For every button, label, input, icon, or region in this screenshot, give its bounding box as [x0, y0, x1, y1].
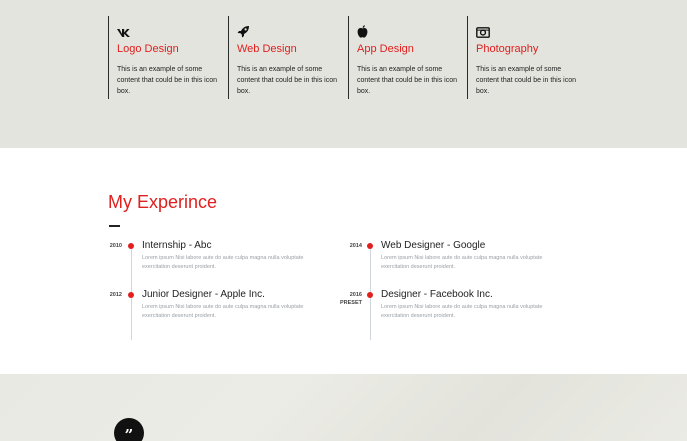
service-title: Logo Design [117, 43, 179, 55]
service-text: This is an example of some content that … [476, 66, 577, 95]
experience-section: My Experince 2010 Internship - Abc Lorem… [0, 148, 687, 374]
service-title: Photography [476, 43, 539, 55]
section-title: My Experince [108, 192, 218, 212]
quote-icon: ” [114, 418, 144, 441]
timeline-year: 2010 [109, 243, 122, 249]
vk-icon [117, 25, 226, 39]
timeline-dot [367, 243, 373, 249]
timeline-role: Internship - Abc [142, 240, 212, 251]
timeline-dot [128, 292, 134, 298]
timeline-description: Lorem ipsum Nisi labore aute do aute cul… [381, 255, 543, 270]
services-section: Logo Design This is an example of some c… [0, 0, 687, 148]
timeline-role: Designer - Facebook Inc. [381, 289, 493, 300]
timeline-dot [367, 292, 373, 298]
timeline-description: Lorem ipsum Nisi labore aute do aute cul… [142, 255, 304, 270]
timeline-dot [128, 243, 134, 249]
service-box-web-design: Web Design This is an example of some co… [228, 16, 346, 99]
service-text: This is an example of some content that … [117, 66, 218, 95]
timeline-year: 2014 [349, 243, 362, 249]
timeline-description: Lorem ipsum Nisi labore aute do aute cul… [142, 304, 304, 319]
testimonial-section: ” [0, 374, 687, 441]
timeline-description: Lorem ipsum Nisi labore aute do aute cul… [381, 304, 543, 319]
timeline-year: 2016 [349, 292, 362, 298]
service-text: This is an example of some content that … [237, 66, 338, 95]
timeline-badge: PRESET [339, 300, 362, 306]
service-box-app-design: App Design This is an example of some co… [348, 16, 466, 99]
timeline-role: Web Designer - Google [381, 240, 486, 251]
service-title: Web Design [237, 43, 297, 55]
service-box-logo-design: Logo Design This is an example of some c… [108, 16, 226, 99]
timeline-role: Junior Designer - Apple Inc. [142, 289, 265, 300]
service-text: This is an example of some content that … [357, 66, 458, 95]
apple-icon [357, 25, 466, 39]
service-box-photography: Photography This is an example of some c… [467, 16, 585, 99]
timeline-year: 2012 [109, 292, 122, 298]
title-underline [109, 225, 120, 227]
rocket-icon [237, 25, 346, 39]
service-title: App Design [357, 43, 414, 55]
camera-icon [476, 25, 585, 39]
